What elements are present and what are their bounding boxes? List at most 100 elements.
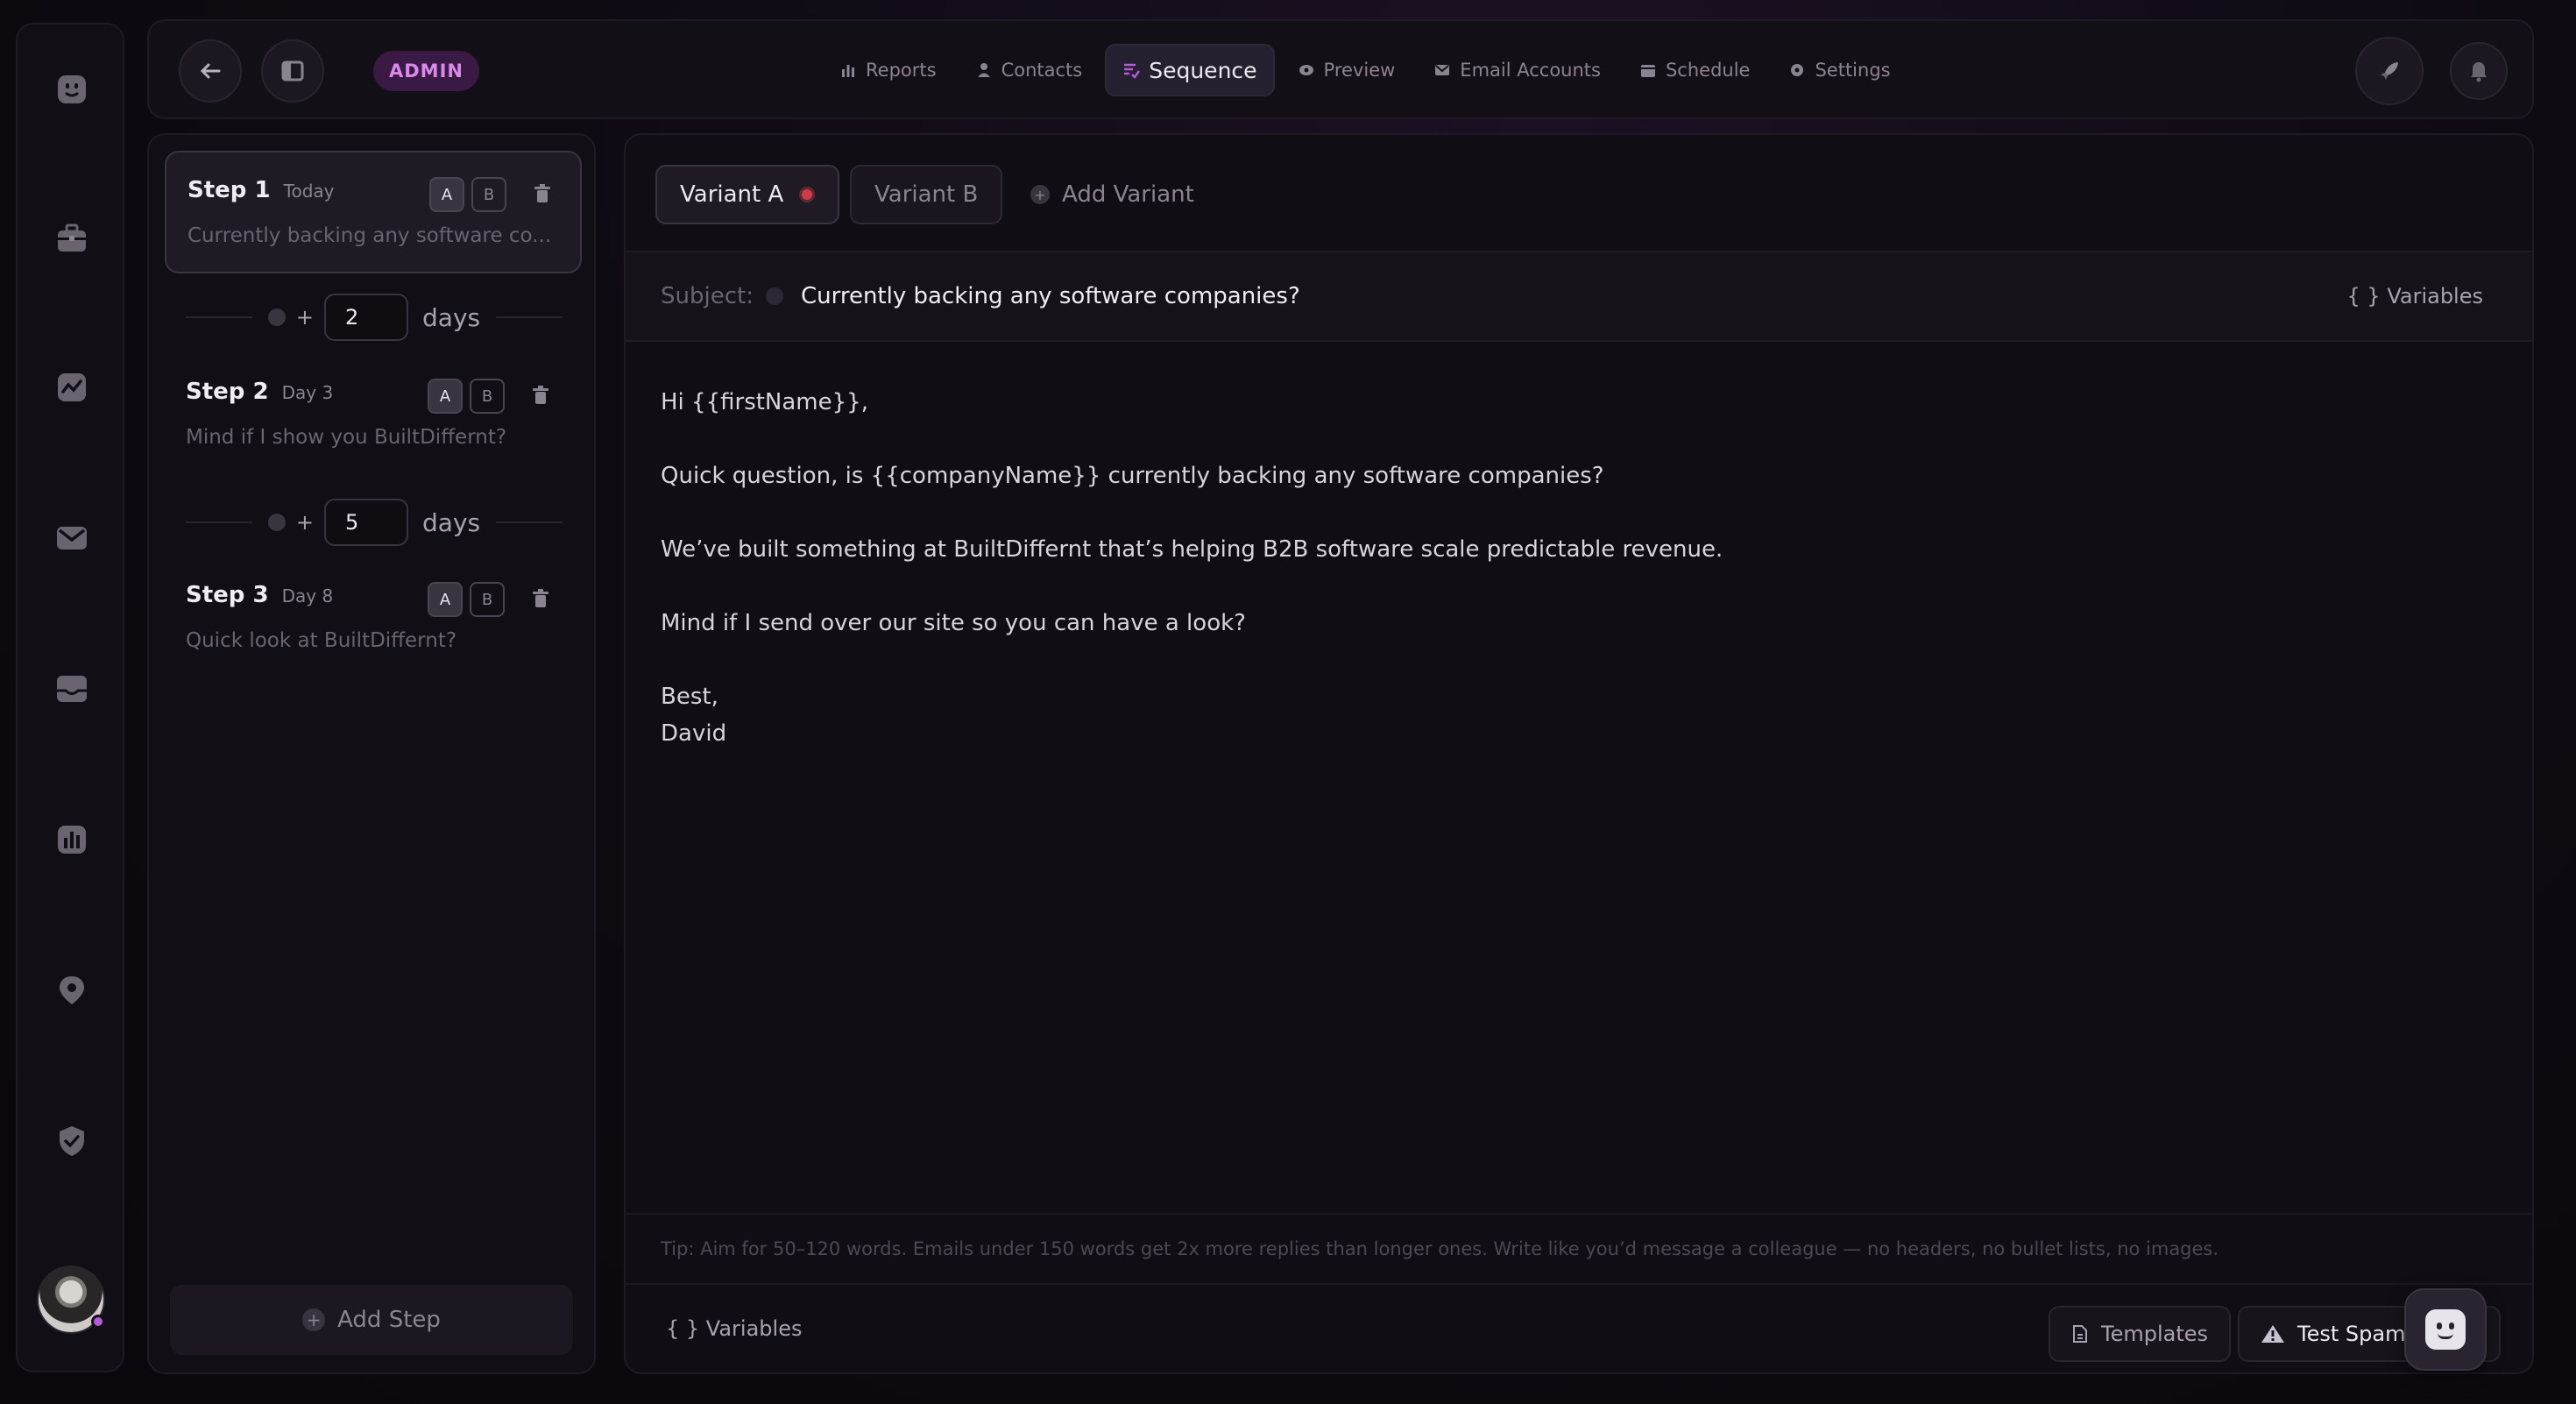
admin-badge: ADMIN — [373, 51, 479, 91]
add-step-button[interactable]: + Add Step — [170, 1285, 573, 1355]
variant-a-toggle[interactable]: A — [428, 582, 463, 617]
nav-sequence[interactable]: Sequence — [1105, 44, 1275, 96]
avatar[interactable] — [37, 1266, 105, 1334]
nav-contacts[interactable]: Contacts — [959, 44, 1099, 96]
sidebar-icon — [281, 60, 304, 82]
nav-label: Schedule — [1665, 60, 1751, 81]
delay-plus: + — [295, 510, 315, 535]
variant-b-toggle[interactable]: B — [470, 379, 505, 414]
variant-a-toggle[interactable]: A — [429, 177, 464, 212]
delay-days-input[interactable]: 2 — [324, 294, 409, 341]
step-day: Day 8 — [281, 585, 334, 606]
add-variant-button[interactable]: + Add Variant — [1030, 165, 1194, 224]
document-icon — [2073, 1325, 2087, 1343]
email-body[interactable]: Hi {{firstName}}, Quick question, is {{c… — [661, 384, 1723, 752]
calendar-icon — [1640, 65, 1655, 77]
alert-dot-icon — [799, 187, 816, 202]
add-variant-label: Add Variant — [1062, 181, 1194, 208]
gear-icon — [1791, 64, 1804, 76]
left-rail — [16, 23, 124, 1372]
briefcase-icon[interactable] — [47, 214, 96, 263]
plus-icon: + — [302, 1308, 326, 1331]
delay-unit: days — [422, 507, 481, 537]
shield-check-icon[interactable] — [47, 1117, 96, 1166]
notifications-button[interactable] — [2450, 42, 2508, 100]
step-card-1[interactable]: Step 1 Today A B Currently backing any s… — [165, 151, 582, 273]
tab-variant-a[interactable]: Variant A — [655, 165, 840, 224]
trash-icon[interactable] — [529, 384, 552, 407]
delay-row-2: + 5 days — [186, 498, 563, 547]
nav-reports[interactable]: Reports — [824, 44, 952, 96]
delay-unit: days — [422, 302, 481, 332]
arrow-left-icon — [200, 63, 221, 79]
variant-b-toggle[interactable]: B — [471, 177, 506, 212]
body-paragraph: Quick question, is {{companyName}} curre… — [661, 463, 1604, 489]
variables-button[interactable]: { } Variables — [2347, 284, 2483, 308]
delay-row-1: + 2 days — [186, 293, 563, 342]
toggle-sidebar-button[interactable] — [261, 39, 324, 103]
step-subject-preview: Currently backing any software co... — [188, 224, 552, 247]
bar-chart-icon — [842, 65, 854, 77]
info-icon — [765, 287, 783, 305]
step-title: Step 2 — [186, 379, 269, 405]
nav-label: Settings — [1815, 60, 1891, 81]
analytics-icon[interactable] — [47, 363, 96, 412]
body-signature: David — [661, 720, 727, 747]
writing-tip: Tip: Aim for 50–120 words. Emails under … — [626, 1213, 2532, 1283]
variant-a-toggle[interactable]: A — [428, 379, 463, 414]
steps-panel: Step 1 Today A B Currently backing any s… — [147, 133, 596, 1374]
variant-b-toggle[interactable]: B — [470, 582, 505, 617]
step-subject-preview: Mind if I show you BuiltDiffernt? — [186, 426, 507, 449]
nav-label: Sequence — [1149, 57, 1257, 83]
step-card-3[interactable]: Step 3 Day 8 A B Quick look at BuiltDiff… — [165, 557, 582, 680]
smiley-icon — [2425, 1309, 2466, 1350]
step-card-2[interactable]: Step 2 Day 3 A B Mind if I show you Buil… — [165, 354, 582, 477]
variant-a-label: Variant A — [680, 181, 784, 208]
body-greeting: Hi {{firstName}}, — [661, 389, 868, 415]
body-signoff: Best, — [661, 684, 718, 710]
nav-settings[interactable]: Settings — [1773, 44, 1906, 96]
nav-label: Email Accounts — [1460, 60, 1601, 81]
delay-plus: + — [295, 305, 315, 330]
eye-icon — [1299, 65, 1313, 75]
mail-icon[interactable] — [47, 514, 96, 563]
footer-variables-button[interactable]: { } Variables — [666, 1316, 802, 1341]
step-day: Day 3 — [281, 382, 334, 403]
step-day: Today — [283, 181, 335, 202]
subject-input[interactable]: Currently backing any software companies… — [801, 283, 1300, 309]
add-step-label: Add Step — [337, 1307, 441, 1333]
step-title: Step 3 — [186, 582, 269, 608]
back-button[interactable] — [179, 39, 242, 103]
editor-footer: { } Variables Templates Test Spam — [626, 1283, 2532, 1372]
smiley-icon[interactable] — [47, 65, 96, 114]
nav-email-accounts[interactable]: Email Accounts — [1418, 44, 1617, 96]
trash-icon[interactable] — [531, 182, 554, 205]
sequence-icon — [1124, 63, 1141, 79]
nav-preview[interactable]: Preview — [1282, 44, 1412, 96]
email-editor: Variant A Variant B + Add Variant Subjec… — [624, 133, 2534, 1374]
person-icon — [977, 63, 990, 77]
nav-label: Reports — [866, 60, 937, 81]
step-title: Step 1 — [188, 177, 271, 203]
envelope-icon — [1435, 65, 1450, 75]
templates-label: Templates — [2101, 1322, 2209, 1346]
bell-icon — [2471, 62, 2487, 82]
trash-icon[interactable] — [529, 587, 552, 610]
nav-schedule[interactable]: Schedule — [1624, 44, 1766, 96]
clock-icon — [267, 308, 286, 326]
clock-icon — [267, 514, 286, 531]
top-bar: ADMIN Reports Contacts Sequence Preview … — [147, 19, 2534, 119]
step-subject-preview: Quick look at BuiltDiffernt? — [186, 629, 457, 652]
launch-button[interactable] — [2355, 37, 2424, 105]
top-nav: Reports Contacts Sequence Preview Email … — [824, 44, 1907, 96]
templates-button[interactable]: Templates — [2049, 1306, 2232, 1362]
inbox-icon[interactable] — [47, 664, 96, 713]
chat-assistant-button[interactable] — [2404, 1288, 2487, 1371]
subject-label: Subject: — [661, 283, 754, 309]
delay-days-input[interactable]: 5 — [324, 499, 409, 546]
tab-variant-b[interactable]: Variant B — [850, 165, 1003, 224]
location-pin-icon[interactable] — [47, 966, 96, 1015]
bar-chart-icon[interactable] — [47, 815, 96, 864]
plus-icon: + — [1030, 185, 1050, 204]
rocket-icon — [2381, 62, 2398, 80]
